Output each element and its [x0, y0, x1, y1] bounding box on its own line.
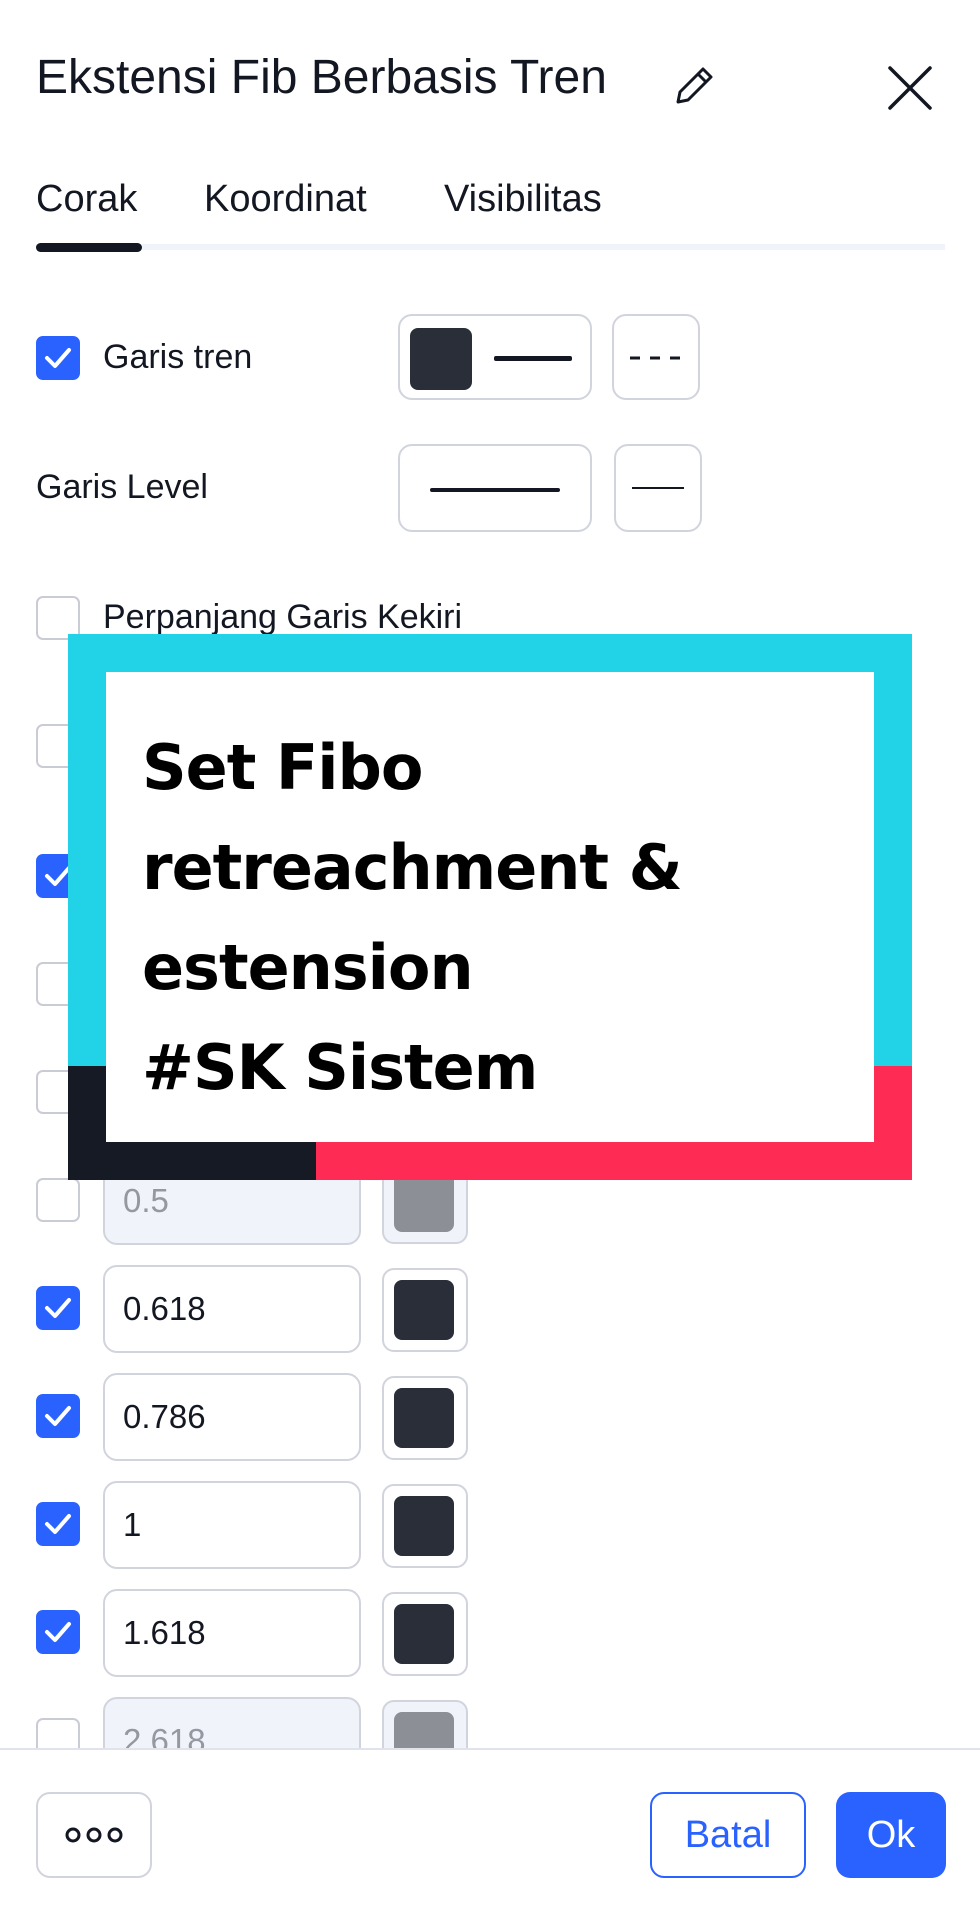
ok-button[interactable]: Ok [836, 1792, 946, 1878]
caption-line: estension [142, 931, 474, 1004]
tab-active-indicator [36, 243, 142, 252]
level-color-swatch [394, 1604, 454, 1664]
close-icon[interactable] [882, 60, 938, 116]
level-color-swatch [394, 1172, 454, 1232]
extend-left-label: Perpanjang Garis Kekiri [103, 598, 463, 636]
level-value-input[interactable]: 1.618 [103, 1589, 361, 1677]
pencil-icon[interactable] [670, 60, 720, 110]
level-color-button[interactable] [382, 1376, 468, 1460]
check-icon [45, 1514, 71, 1534]
caption-text: Set Fibo retreachment & estension #SK Si… [142, 718, 862, 1118]
tab-corak[interactable]: Corak [36, 178, 137, 221]
caption-line: retreachment & [142, 831, 683, 904]
trend-line-style-button[interactable] [612, 314, 700, 400]
trend-line-label: Garis tren [103, 338, 253, 376]
level-lines-style-button[interactable] [614, 444, 702, 532]
level-color-button[interactable] [382, 1592, 468, 1676]
line-width-icon [430, 488, 560, 492]
level-color-button[interactable] [382, 1484, 468, 1568]
check-icon [45, 1298, 71, 1318]
dashed-line-icon [630, 356, 684, 360]
solid-line-icon [632, 487, 684, 489]
level-checkbox[interactable] [36, 1286, 80, 1330]
line-width-icon [494, 356, 572, 361]
level-checkbox[interactable] [36, 1178, 80, 1222]
level-checkbox[interactable] [36, 1610, 80, 1654]
level-value-input[interactable]: 1 [103, 1481, 361, 1569]
check-icon [45, 1622, 71, 1642]
level-value-input[interactable]: 0.786 [103, 1373, 361, 1461]
level-color-swatch [394, 1388, 454, 1448]
level-value-input[interactable]: 0.618 [103, 1265, 361, 1353]
check-icon [45, 348, 71, 368]
dialog-title: Ekstensi Fib Berbasis Tren [36, 51, 607, 104]
level-lines-label: Garis Level [36, 468, 208, 506]
level-color-swatch [394, 1496, 454, 1556]
tab-koordinat[interactable]: Koordinat [204, 178, 367, 221]
level-checkbox[interactable] [36, 1502, 80, 1546]
caption-line: Set Fibo [142, 731, 424, 804]
tab-visibilitas[interactable]: Visibilitas [444, 178, 602, 221]
trend-line-color-swatch [410, 328, 472, 390]
check-icon [45, 1406, 71, 1426]
cancel-button[interactable]: Batal [650, 1792, 806, 1878]
level-color-swatch [394, 1280, 454, 1340]
caption-line: #SK Sistem [142, 1031, 538, 1104]
trend-line-color-width-button[interactable] [398, 314, 592, 400]
level-checkbox[interactable] [36, 1394, 80, 1438]
level-color-button[interactable] [382, 1268, 468, 1352]
footer-divider [0, 1748, 980, 1750]
more-icon [65, 1827, 123, 1843]
more-button[interactable] [36, 1792, 152, 1878]
level-lines-width-button[interactable] [398, 444, 592, 532]
tab-track [36, 244, 945, 250]
trend-line-checkbox[interactable] [36, 336, 80, 380]
